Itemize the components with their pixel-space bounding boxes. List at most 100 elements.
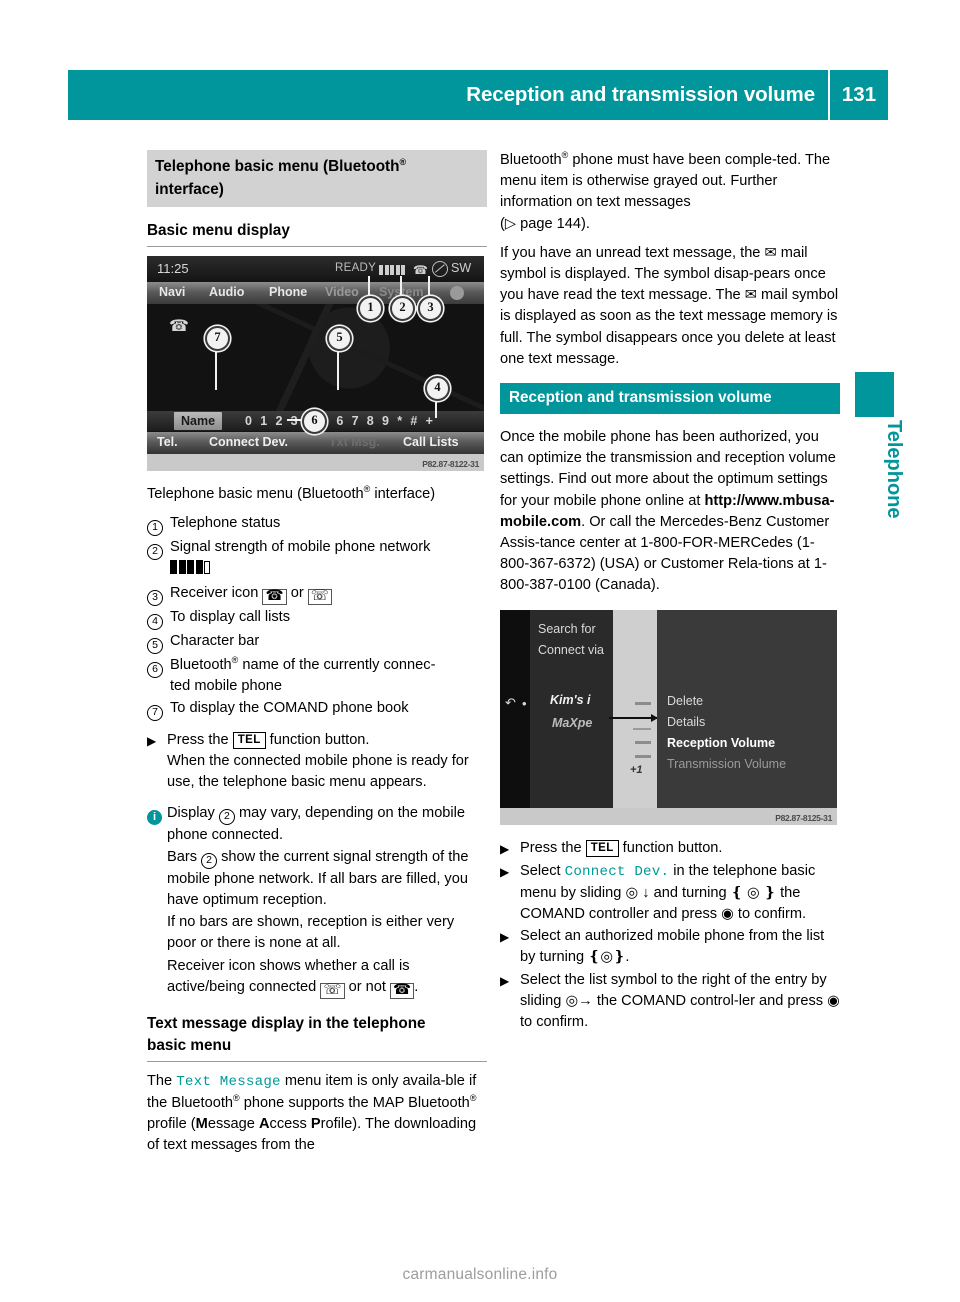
legend-label-1: Telephone status	[170, 515, 281, 532]
legend-number-3: 3	[147, 583, 170, 606]
device-entry-2[interactable]: MaXpe	[552, 716, 592, 730]
step-text-before: Press the	[167, 732, 233, 749]
menu-item-audio[interactable]: Audio	[209, 285, 244, 299]
footer-watermark: carmanualsonline.info	[402, 1266, 558, 1283]
controller-slide-down-icon: ◎ ↓	[625, 884, 650, 901]
softkey-tel[interactable]: Tel.	[157, 435, 178, 449]
side-tab-label: Telephone	[883, 420, 905, 519]
callout-leader-1	[368, 276, 370, 298]
tm-bold-p: P	[310, 1116, 321, 1133]
info-note-para3: If no bars are shown, reception is eithe…	[147, 912, 487, 954]
callout-bubble-6: 6	[302, 409, 327, 434]
menu-item-connect-via[interactable]: Connect via	[538, 643, 604, 657]
tel-keycap[interactable]: TEL	[585, 839, 619, 857]
tel-keycap[interactable]: TEL	[232, 732, 266, 750]
info-text-before: Display	[167, 804, 219, 821]
legend-or-text: or	[290, 584, 304, 601]
legend-number-1: 1	[147, 513, 170, 537]
step-press-tel: ▶ Press the TEL function button. When th…	[147, 730, 487, 794]
figure-caption: Telephone basic menu (Bluetooth® interfa…	[147, 484, 487, 505]
list-symbol-column[interactable]: +1	[609, 609, 658, 808]
receiver-idle-icon: ☎	[262, 588, 287, 605]
legend-number-6: 6	[147, 655, 170, 678]
softkey-txt-msg[interactable]: Txt Msg.	[329, 435, 380, 449]
comand-softkey-bar: Tel. Connect Dev. Txt Msg. Call Lists	[147, 432, 484, 454]
step-marker-icon: ▶	[147, 734, 157, 749]
menu-item-navi[interactable]: Navi	[159, 285, 185, 299]
info-para4-mid: or not	[344, 978, 391, 995]
back-icon[interactable]: ↶	[505, 695, 516, 711]
grey-heading-text-rest: interface)	[155, 181, 224, 198]
menu-item-video[interactable]: Video	[325, 285, 359, 299]
menu-item-text-message[interactable]: Text Message	[176, 1074, 281, 1090]
info-note: i Display 2 may vary, depending on the m…	[147, 803, 487, 846]
info-icon: i	[147, 803, 167, 825]
controller-slide-right-icon: ◎→	[565, 992, 593, 1009]
text-message-body: The Text Message menu item is only avail…	[147, 1071, 487, 1157]
rs3-before: Select an authorized mobile phone from t…	[520, 928, 825, 966]
right-paragraph-3: Once the mobile phone has been authorize…	[500, 427, 840, 597]
grey-heading-text: Telephone basic menu (Bluetooth	[155, 158, 400, 175]
info-para4-after: .	[414, 978, 419, 995]
tm-bold-a: A	[258, 1116, 270, 1133]
legend-label-6-rest: name of the currently connec-	[238, 656, 436, 673]
page-number: 131	[841, 83, 877, 106]
status-time: 11:25	[157, 261, 189, 276]
callout-leader-5	[337, 348, 339, 390]
context-menu-item-delete[interactable]: Delete	[667, 694, 703, 708]
rs2-after4: to confirm.	[733, 906, 807, 923]
callout-bubble-1: 1	[358, 296, 383, 321]
figure-caption-rest: interface)	[370, 486, 436, 502]
step-select-list-symbol: ▶ Select the list symbol to the right of…	[500, 970, 840, 1034]
signal-bars-icon	[170, 560, 212, 581]
signal-bars-icon	[379, 264, 407, 278]
menu-item-connect-dev[interactable]: Connect Dev.	[565, 864, 670, 880]
tm-rofile: rofile).	[320, 1116, 362, 1133]
page-reference[interactable]: (▷ page 144).	[500, 216, 590, 232]
no-signal-icon	[432, 261, 448, 277]
character-bar-characters[interactable]: 0 1 2 3 4 5 6 7 8 9 * # +	[245, 414, 435, 428]
context-menu-panel: Delete Details Reception Volume Transmis…	[657, 609, 837, 808]
side-tab-marker	[855, 372, 894, 417]
right-paragraph-1: Bluetooth® phone must have been comple-t…	[500, 150, 840, 235]
context-menu-item-details[interactable]: Details	[667, 715, 705, 729]
pointer-arrow	[609, 713, 658, 722]
device-entry-1[interactable]: Kim's i	[550, 693, 591, 707]
name-button[interactable]: Name	[174, 412, 223, 430]
context-menu-item-reception-volume[interactable]: Reception Volume	[667, 736, 775, 750]
subheading-text-message-display: Text message display in the telephone ba…	[147, 1013, 487, 1061]
tm-c: phone supports the MAP Bluetooth	[239, 1095, 470, 1112]
callout-leader-3	[428, 276, 430, 298]
info-callout-ref-2b: 2	[201, 852, 218, 869]
rs4-after2: to confirm.	[520, 1014, 589, 1031]
softkey-connect-dev[interactable]: Connect Dev.	[209, 435, 288, 449]
rs1-before: Press the	[520, 839, 586, 856]
legend-label-6-cont: ted mobile phone	[170, 677, 282, 694]
callout-bubble-2: 2	[390, 296, 415, 321]
step-select-authorized-phone: ▶ Select an authorized mobile phone from…	[500, 926, 840, 968]
device-list-column: Search for Connect via Kim's i MaXpe	[530, 609, 613, 808]
step-select-connect-dev: ▶ Select Connect Dev. in the telephone b…	[500, 861, 840, 926]
text-msg-heading-line1: Text message display in the telephone	[147, 1014, 426, 1032]
tm-bold-m: M	[195, 1116, 208, 1133]
menu-item-search-for[interactable]: Search for	[538, 622, 596, 636]
receiver-active-icon: ☏	[320, 983, 345, 999]
figure-code: P82.87-8122-31	[422, 459, 479, 469]
legend-item-5: 5 Character bar	[147, 631, 487, 654]
section-heading-reception-transmission-volume: Reception and transmission volume	[500, 383, 840, 415]
left-column: Telephone basic menu (Bluetooth ® interfa…	[147, 150, 487, 1157]
legend-label-2: Signal strength of mobile phone network	[170, 539, 431, 556]
registered-mark: ®	[469, 1093, 477, 1104]
subheading-basic-menu-display: Basic menu display	[147, 222, 290, 239]
info-para3: If no bars are shown, reception is eithe…	[167, 914, 455, 952]
legend-number-4: 4	[147, 607, 170, 630]
softkey-call-lists[interactable]: Call Lists	[403, 435, 459, 449]
legend-item-1: 1 Telephone status	[147, 513, 487, 537]
context-menu-item-transmission-volume[interactable]: Transmission Volume	[667, 757, 786, 771]
legend-label-5: Character bar	[170, 632, 260, 649]
figure-caption-text: Telephone basic menu (Bluetooth	[147, 486, 364, 502]
menu-item-phone[interactable]: Phone	[269, 285, 307, 299]
rs2-before: Select	[520, 862, 565, 879]
controller-turn-icon: ❴ ◎ ❵	[730, 884, 777, 901]
right-column: Bluetooth® phone must have been comple-t…	[500, 150, 840, 1034]
